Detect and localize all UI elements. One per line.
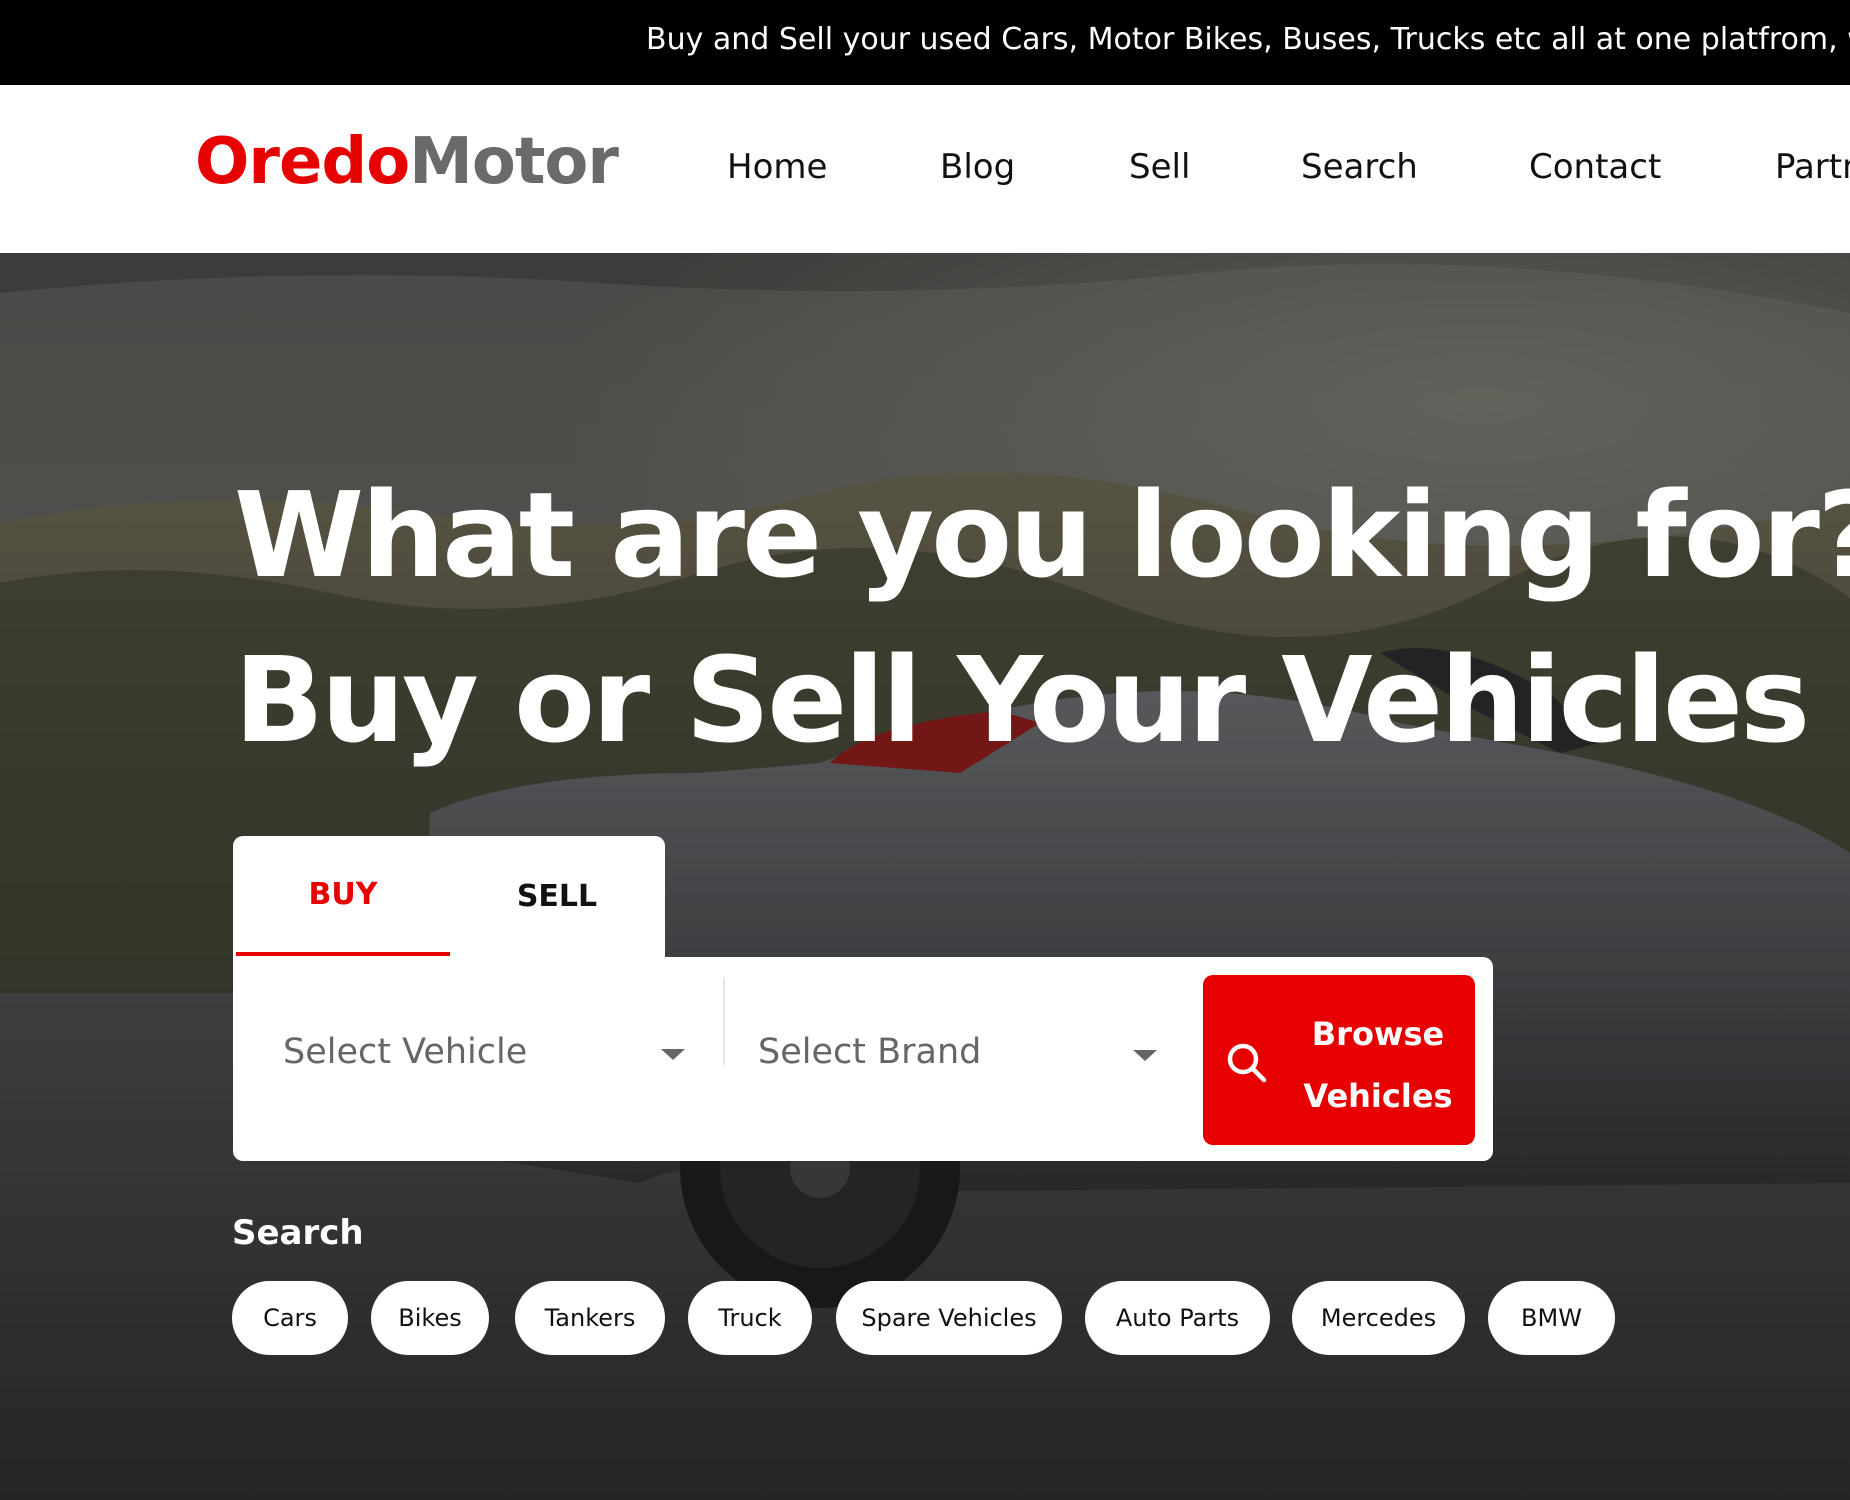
hero-headline: What are you looking for? Buy or Sell Yo… (234, 453, 1850, 783)
logo-part-motor: Motor (409, 125, 619, 199)
select-vehicle-placeholder: Select Vehicle (283, 1032, 528, 1072)
logo-part-oredo: Oredo (195, 125, 410, 199)
headline-line-1: What are you looking for? (234, 466, 1850, 604)
browse-label: Browse Vehicles (1293, 1003, 1463, 1127)
nav-blog[interactable]: Blog (940, 147, 1015, 187)
chip-tankers[interactable]: Tankers (515, 1281, 665, 1355)
select-brand-placeholder: Select Brand (758, 1032, 982, 1072)
select-brand-dropdown[interactable]: Select Brand (758, 997, 1178, 1107)
nav-search[interactable]: Search (1301, 147, 1418, 187)
announcement-text: Buy and Sell your used Cars, Motor Bikes… (646, 22, 1850, 57)
nav-partners[interactable]: Partn (1775, 147, 1850, 187)
browse-vehicles-button[interactable]: Browse Vehicles (1203, 975, 1475, 1145)
chip-truck[interactable]: Truck (688, 1281, 812, 1355)
tab-buy[interactable]: BUY (236, 836, 450, 956)
site-header: OredoMotor Home Blog Sell Search Contact… (0, 85, 1850, 253)
browse-label-line-2: Vehicles (1303, 1077, 1453, 1115)
nav-sell[interactable]: Sell (1129, 147, 1190, 187)
buy-sell-tabs: BUY SELL (233, 836, 665, 958)
site-logo[interactable]: OredoMotor (195, 125, 619, 199)
search-icon (1227, 1043, 1267, 1083)
announcement-bar: Buy and Sell your used Cars, Motor Bikes… (0, 0, 1850, 85)
hero-section: What are you looking for? Buy or Sell Yo… (0, 253, 1850, 1500)
nav-contact[interactable]: Contact (1529, 147, 1661, 187)
chip-auto-parts[interactable]: Auto Parts (1085, 1281, 1270, 1355)
nav-home[interactable]: Home (727, 147, 827, 187)
tab-sell[interactable]: SELL (450, 836, 664, 956)
vehicle-search-form: Select Vehicle Select Brand Browse Vehic… (233, 957, 1493, 1161)
chip-spare-vehicles[interactable]: Spare Vehicles (836, 1281, 1062, 1355)
chip-bikes[interactable]: Bikes (371, 1281, 489, 1355)
chip-bmw[interactable]: BMW (1488, 1281, 1615, 1355)
select-divider (723, 977, 725, 1065)
browse-label-line-1: Browse (1311, 1015, 1445, 1053)
chip-mercedes[interactable]: Mercedes (1292, 1281, 1465, 1355)
headline-line-2: Buy or Sell Your Vehicles (234, 631, 1810, 769)
quick-search-label: Search (232, 1213, 364, 1253)
chip-cars[interactable]: Cars (232, 1281, 348, 1355)
caret-down-icon (661, 1049, 685, 1060)
select-vehicle-dropdown[interactable]: Select Vehicle (283, 997, 693, 1107)
caret-down-icon (1133, 1050, 1157, 1061)
